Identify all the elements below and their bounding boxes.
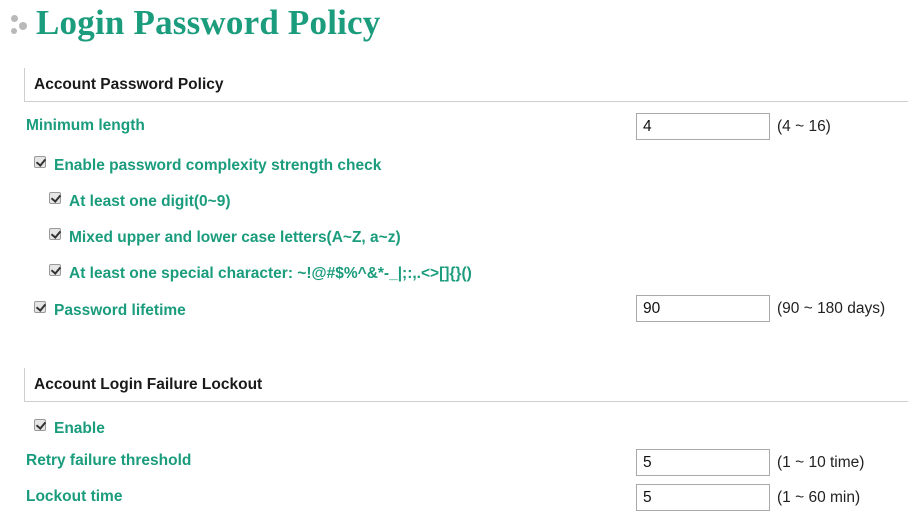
retry-threshold-label: Retry failure threshold	[26, 452, 192, 469]
dots-icon	[8, 7, 36, 37]
page-title: Login Password Policy	[36, 2, 381, 42]
password-lifetime-input[interactable]	[636, 295, 770, 322]
password-lifetime-checkbox[interactable]	[34, 301, 46, 313]
retry-threshold-range: (1 ~ 10 time)	[777, 454, 865, 471]
case-rule-checkbox[interactable]	[49, 228, 61, 240]
retry-threshold-input[interactable]	[636, 449, 770, 476]
section-header-lockout: Account Login Failure Lockout	[24, 368, 908, 402]
special-rule-label: At least one special character: ~!@#$%^&…	[69, 265, 472, 282]
minimum-length-input[interactable]	[636, 113, 770, 140]
special-rule-checkbox[interactable]	[49, 264, 61, 276]
minimum-length-label: Minimum length	[26, 117, 145, 134]
complexity-check-label: Enable password complexity strength chec…	[54, 157, 382, 174]
lockout-time-input[interactable]	[636, 484, 770, 511]
lockout-enable-label: Enable	[54, 420, 105, 437]
password-lifetime-label: Password lifetime	[54, 302, 186, 319]
lockout-time-range: (1 ~ 60 min)	[777, 489, 861, 506]
minimum-length-range: (4 ~ 16)	[777, 118, 831, 135]
section-title: Account Password Policy	[34, 76, 224, 93]
case-rule-label: Mixed upper and lower case letters(A~Z, …	[69, 229, 401, 246]
section-header-password-policy: Account Password Policy	[24, 68, 908, 102]
lockout-enable-checkbox[interactable]	[34, 419, 46, 431]
section-title: Account Login Failure Lockout	[34, 376, 263, 393]
page-header: Login Password Policy	[8, 0, 381, 44]
digit-rule-checkbox[interactable]	[49, 192, 61, 204]
password-lifetime-range: (90 ~ 180 days)	[777, 300, 886, 317]
complexity-check-checkbox[interactable]	[34, 156, 46, 168]
lockout-time-label: Lockout time	[26, 488, 123, 505]
digit-rule-label: At least one digit(0~9)	[69, 193, 231, 210]
